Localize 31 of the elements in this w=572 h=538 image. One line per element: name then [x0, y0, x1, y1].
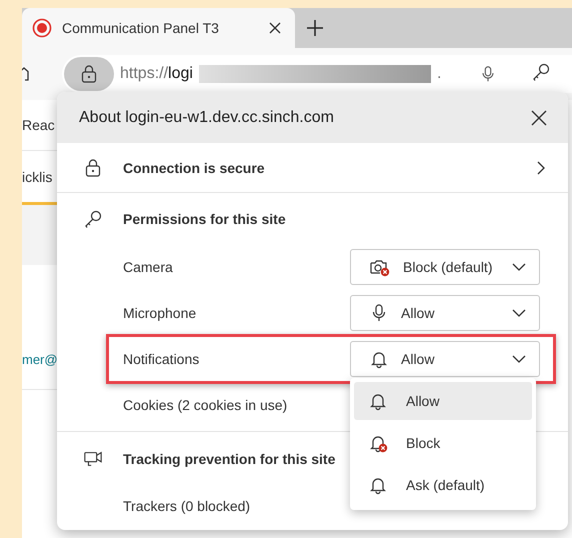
- permission-label: Cookies (2 cookies in use): [123, 397, 288, 413]
- permission-select[interactable]: Allow: [350, 295, 540, 331]
- record-icon: [32, 18, 52, 38]
- key-icon: [531, 62, 552, 82]
- lock-icon: [80, 64, 98, 84]
- url-tail: .: [436, 65, 442, 83]
- connection-row[interactable]: Connection is secure: [57, 143, 568, 193]
- site-info-button[interactable]: [64, 57, 114, 91]
- permission-select[interactable]: Allow: [350, 341, 540, 377]
- section-heading: Tracking prevention for this site: [123, 451, 336, 467]
- page-text: Reac: [22, 117, 55, 133]
- key-icon: [83, 208, 103, 228]
- permission-label: Camera: [123, 259, 173, 275]
- permission-label: Notifications: [123, 351, 200, 367]
- plus-icon: [306, 19, 324, 37]
- menu-item[interactable]: Allow: [354, 382, 532, 420]
- lock-icon: [84, 158, 102, 178]
- close-button[interactable]: [530, 108, 548, 126]
- tab-title: Communication Panel T3: [62, 20, 220, 36]
- chevron-right-icon: [536, 160, 546, 176]
- tracking-icon: [83, 449, 103, 469]
- close-icon[interactable]: [269, 22, 281, 34]
- browser-tab[interactable]: Communication Panel T3: [22, 8, 295, 48]
- popup-title: About login-eu-w1.dev.cc.sinch.com: [79, 108, 335, 126]
- email-link[interactable]: mer@: [22, 352, 57, 366]
- url-text[interactable]: https://logi: [120, 65, 193, 83]
- permission-label: Microphone: [123, 305, 196, 321]
- section-heading: Permissions for this site: [123, 210, 287, 226]
- home-icon[interactable]: [22, 66, 29, 82]
- trackers-text[interactable]: Trackers (0 blocked): [123, 498, 250, 514]
- permission-select[interactable]: Block (default): [350, 249, 540, 285]
